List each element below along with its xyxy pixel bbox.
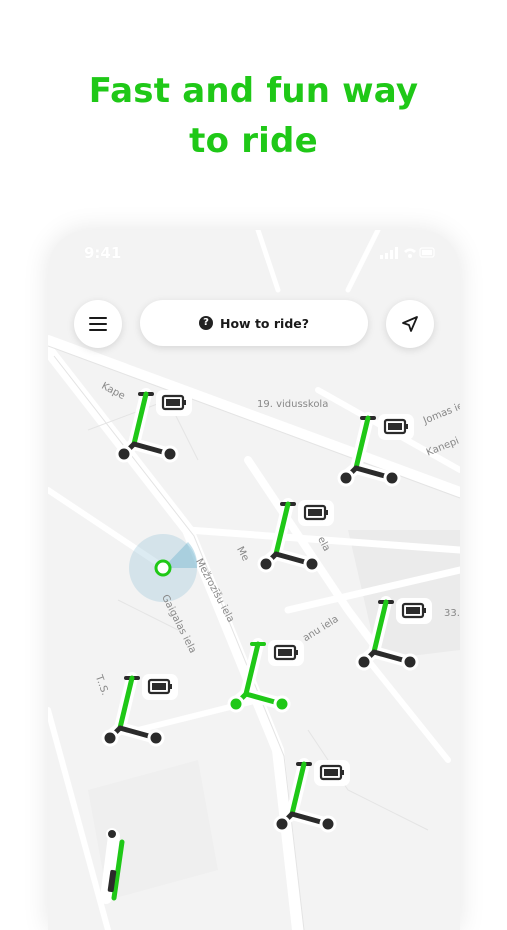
hamburger-menu-icon [89, 317, 107, 331]
how-to-ride-label: How to ride? [220, 315, 309, 331]
scooter-marker[interactable] [270, 752, 362, 842]
headline-line-1: Fast and fun way [88, 71, 419, 111]
menu-button[interactable] [74, 300, 122, 348]
status-icons [380, 247, 435, 259]
scooter-marker[interactable] [112, 382, 204, 472]
scooter-marker-partial[interactable] [100, 826, 140, 906]
scooter-marker[interactable] [254, 492, 346, 582]
scooter-marker[interactable] [334, 406, 426, 496]
map-label-33: 33. [444, 608, 460, 619]
scooter-marker[interactable] [98, 666, 190, 756]
navigation-arrow-icon [402, 316, 418, 332]
how-to-ride-button[interactable]: ? How to ride? [140, 300, 368, 346]
status-time: 9:41 [84, 244, 122, 262]
phone-screen: 9:41 Kape 19. vidusskola Jomas ie Kanepi… [48, 230, 460, 930]
scooter-marker[interactable] [352, 590, 444, 680]
headline-line-2: to ride [189, 121, 318, 161]
headline: Fast and fun way to ride [0, 66, 507, 166]
map-label-school: 19. vidusskola [257, 399, 329, 410]
selected-scooter-marker[interactable] [224, 632, 316, 722]
question-circle-icon: ? [199, 316, 213, 330]
locate-me-button[interactable] [386, 300, 434, 348]
